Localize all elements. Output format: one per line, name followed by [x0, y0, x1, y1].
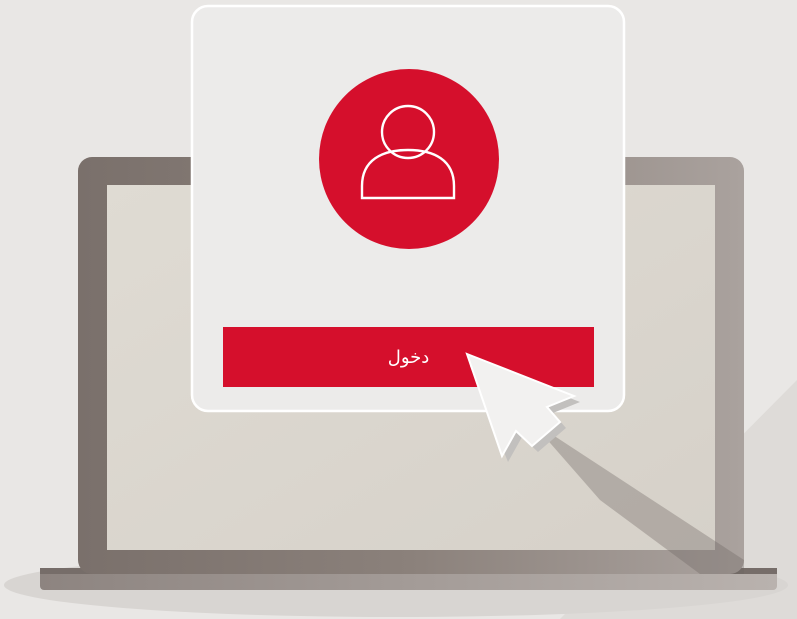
login-button-label[interactable]: دخول: [223, 327, 594, 387]
illustration: [4, 4, 797, 619]
